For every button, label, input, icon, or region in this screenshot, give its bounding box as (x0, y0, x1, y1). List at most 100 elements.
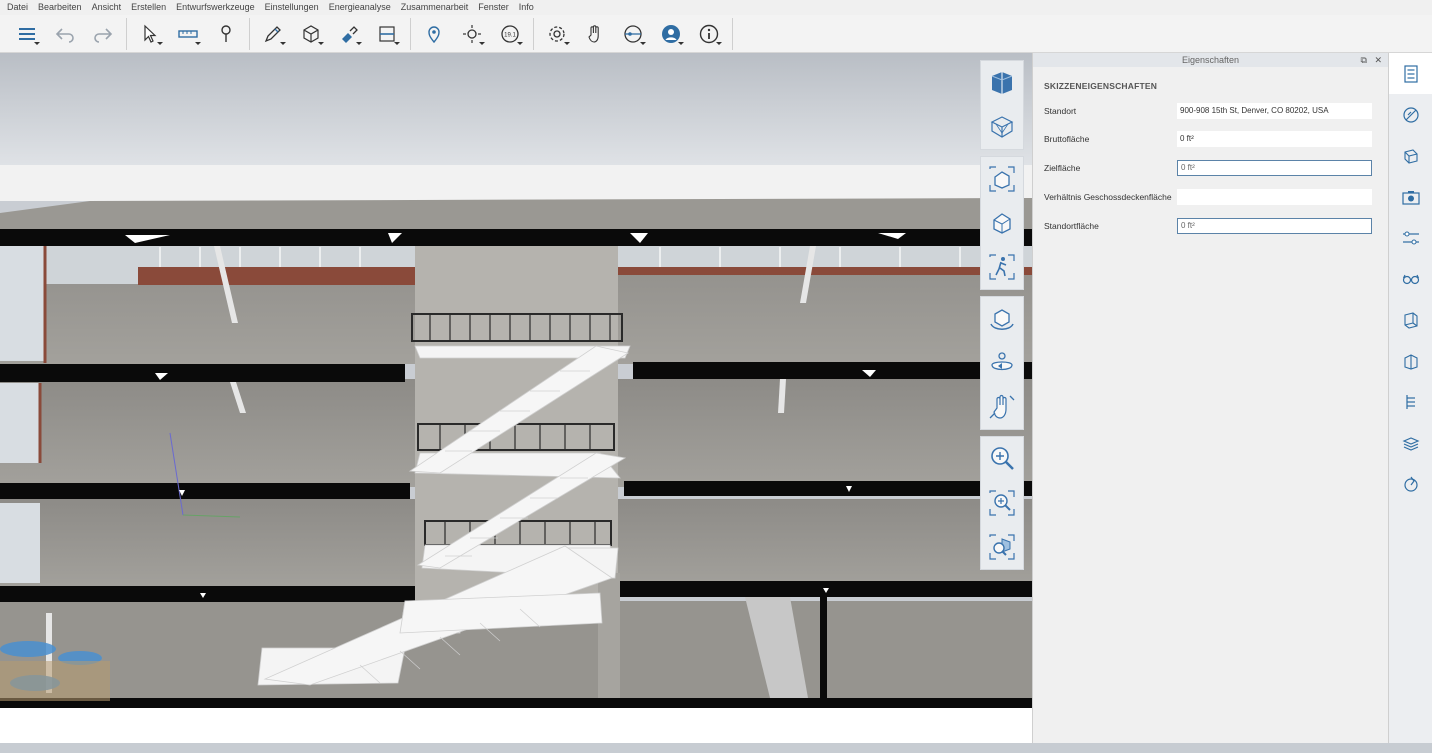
prop-row-verhaeltnis: Verhältnis Geschossdeckenfläche (1033, 189, 1389, 207)
view-mode-group (980, 60, 1024, 150)
rail-section-button[interactable] (1389, 299, 1432, 340)
timeline-badge: 19.1 (504, 32, 516, 38)
rail-display-button[interactable] (1389, 258, 1432, 299)
materials-icon (1403, 106, 1419, 123)
menu-fenster[interactable]: Fenster (478, 0, 519, 15)
prop-label: Standortfläche (1044, 221, 1099, 231)
view-cube-icon (991, 72, 1013, 94)
status-bar (0, 743, 1432, 753)
pushpin-button[interactable] (207, 17, 245, 51)
toolbar-separator (249, 17, 250, 50)
zoom-extents-button[interactable] (981, 525, 1023, 569)
globe-button[interactable] (614, 17, 652, 51)
house-perspective-icon (989, 166, 1015, 192)
rail-styles-button[interactable] (1389, 217, 1432, 258)
viewport-footer (0, 708, 1032, 743)
main-toolbar: 19.1 (0, 15, 1432, 53)
toolbar-separator (126, 17, 127, 50)
toolbar-separator (533, 17, 534, 50)
undo-icon (55, 27, 74, 43)
panel-window-controls: ⧉ ✕ (1361, 53, 1383, 67)
sliders-icon (1403, 231, 1419, 244)
zoom-window-button[interactable] (981, 481, 1023, 525)
zoom-extents-icon (989, 534, 1015, 560)
glasses-icon (1402, 274, 1420, 284)
perspective-button[interactable] (981, 157, 1023, 201)
orbit-icon (990, 309, 1014, 330)
walk-button[interactable] (981, 245, 1023, 289)
pin-panel-icon[interactable]: ⧉ (1361, 55, 1367, 65)
rail-hierarchy-button[interactable] (1389, 381, 1432, 422)
properties-list-icon (1404, 64, 1418, 83)
layers-icon (1402, 436, 1420, 451)
zielflaeche-input[interactable]: 0 ft² (1177, 160, 1372, 176)
components-icon (1404, 148, 1418, 164)
user-button[interactable] (652, 17, 690, 51)
home-view-button[interactable] (981, 201, 1023, 245)
select-button[interactable] (131, 17, 169, 51)
close-icon[interactable]: ✕ (1374, 55, 1382, 65)
prop-label: Standort (1044, 106, 1077, 116)
zoom-window-icon (989, 490, 1015, 516)
rail-scenes-button[interactable] (1389, 176, 1432, 217)
menu-info[interactable]: Info (519, 0, 544, 15)
standortflaeche-input[interactable]: 0 ft² (1177, 218, 1372, 234)
wireframe-cube-icon (990, 116, 1014, 138)
list-button[interactable] (8, 17, 46, 51)
orbit-button[interactable] (981, 297, 1023, 341)
zoom-button[interactable] (981, 437, 1023, 481)
prop-value-standort[interactable]: 900-908 15th St, Denver, CO 80202, USA (1177, 103, 1372, 119)
look-around-button[interactable] (981, 341, 1023, 385)
camera-group (980, 156, 1024, 290)
paint-button[interactable] (330, 17, 368, 51)
menu-bearbeiten[interactable]: Bearbeiten (38, 0, 92, 15)
hand-pan-icon (989, 394, 1015, 419)
location-button[interactable] (415, 17, 453, 51)
prop-label: Zielfläche (1044, 163, 1081, 173)
hierarchy-icon (1406, 394, 1415, 409)
view-nav-bar (980, 60, 1024, 576)
menu-ansicht[interactable]: Ansicht (92, 0, 132, 15)
pencil-button[interactable] (254, 17, 292, 51)
box-button[interactable] (292, 17, 330, 51)
menu-bar: Datei Bearbeiten Ansicht Erstellen Entwu… (0, 0, 1432, 15)
section-button[interactable] (368, 17, 406, 51)
rail-materials-button[interactable] (1389, 94, 1432, 135)
settings-button[interactable] (538, 17, 576, 51)
menu-energieanalyse[interactable]: Energieanalyse (329, 0, 401, 15)
zoom-group (980, 436, 1024, 570)
pushpin-icon (221, 24, 231, 42)
menu-entwurfswerkzeuge[interactable]: Entwurfswerkzeuge (176, 0, 265, 15)
pan-button[interactable] (981, 385, 1023, 429)
prop-label: Bruttofläche (1044, 134, 1090, 144)
prop-value-verhaeltnis (1177, 189, 1372, 205)
toolbar-separator (410, 17, 411, 50)
menu-einstellungen[interactable]: Einstellungen (265, 0, 329, 15)
rail-components-button[interactable] (1389, 135, 1432, 176)
rail-walls-button[interactable] (1389, 340, 1432, 381)
prop-row-standortflaeche: Standortfläche 0 ft² (1033, 218, 1389, 236)
rail-energy-button[interactable] (1389, 463, 1432, 504)
hand-button[interactable] (576, 17, 614, 51)
undo-button[interactable] (46, 17, 84, 51)
menu-erstellen[interactable]: Erstellen (131, 0, 176, 15)
view-cube-button[interactable] (981, 61, 1023, 105)
timeline-button[interactable]: 19.1 (491, 17, 529, 51)
walls-icon (1404, 353, 1418, 370)
hand-icon (588, 24, 599, 43)
redo-button[interactable] (84, 17, 122, 51)
prop-value-bruttoflaeche: 0 ft² (1177, 131, 1372, 147)
3d-viewport[interactable] (0, 53, 1032, 708)
prop-label: Verhältnis Geschossdeckenfläche (1044, 192, 1172, 202)
info-button[interactable] (690, 17, 728, 51)
rail-properties-button[interactable] (1389, 53, 1432, 94)
rail-layers-button[interactable] (1389, 422, 1432, 463)
location-pin-icon (428, 25, 440, 43)
menu-zusammenarbeit[interactable]: Zusammenarbeit (401, 0, 479, 15)
properties-panel: Eigenschaften ⧉ ✕ SKIZZENEIGENSCHAFTEN S… (1032, 53, 1388, 743)
sun-button[interactable] (453, 17, 491, 51)
wireframe-button[interactable] (981, 105, 1023, 149)
energy-icon (1404, 476, 1418, 492)
menu-datei[interactable]: Datei (7, 0, 38, 15)
measure-button[interactable] (169, 17, 207, 51)
